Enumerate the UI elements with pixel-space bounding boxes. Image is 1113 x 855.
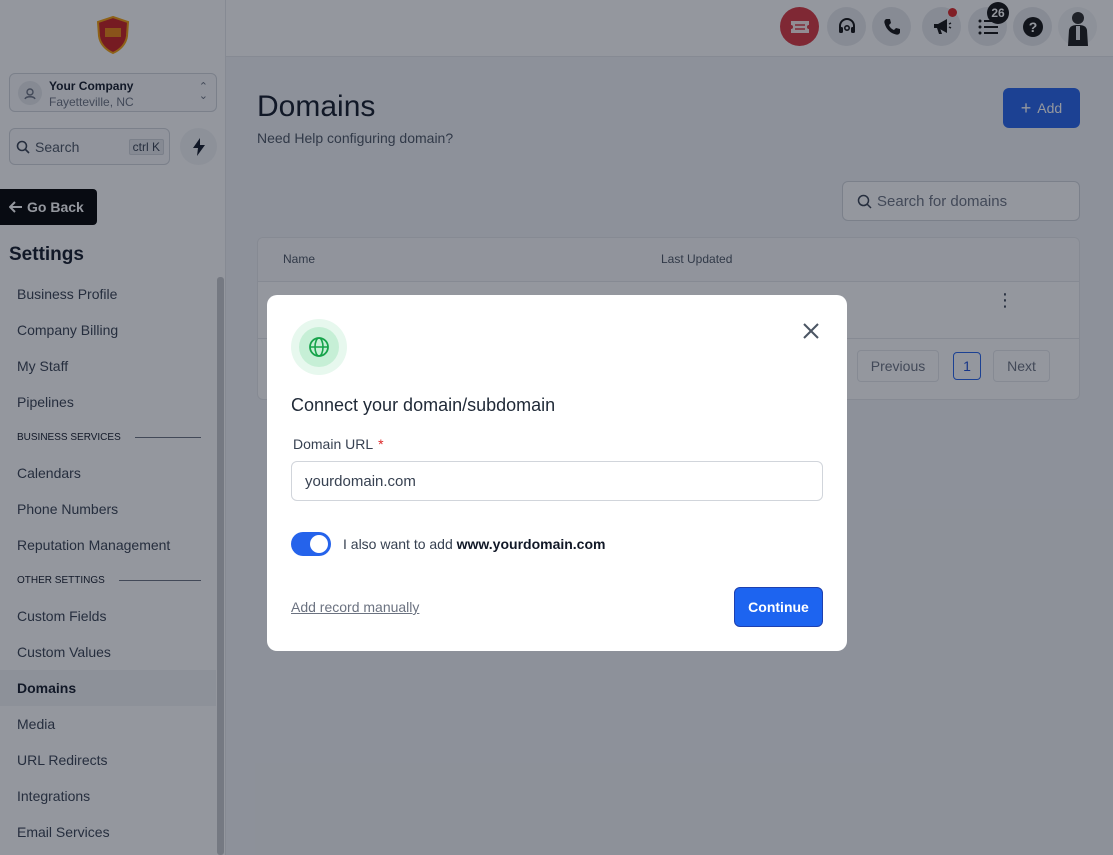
add-www-toggle[interactable] [291,532,331,556]
close-icon[interactable] [800,320,822,342]
domain-url-input[interactable] [291,461,823,501]
add-www-domain: www.yourdomain.com [456,536,606,552]
required-asterisk: * [378,436,384,452]
add-www-label: I also want to add www.yourdomain.com [343,536,605,552]
domain-url-label: Domain URL * [293,436,384,452]
add-www-label-text: I also want to add [343,536,453,552]
globe-icon-inner [299,327,339,367]
globe-icon [309,337,329,357]
domain-url-label-text: Domain URL [293,436,374,452]
toggle-knob [310,535,328,553]
modal-title: Connect your domain/subdomain [291,395,556,415]
connect-domain-modal: Connect your domain/subdomain Domain URL… [267,295,847,651]
add-record-manually-link[interactable]: Add record manually [291,599,419,615]
globe-icon-badge [291,319,347,375]
continue-button[interactable]: Continue [734,587,823,627]
